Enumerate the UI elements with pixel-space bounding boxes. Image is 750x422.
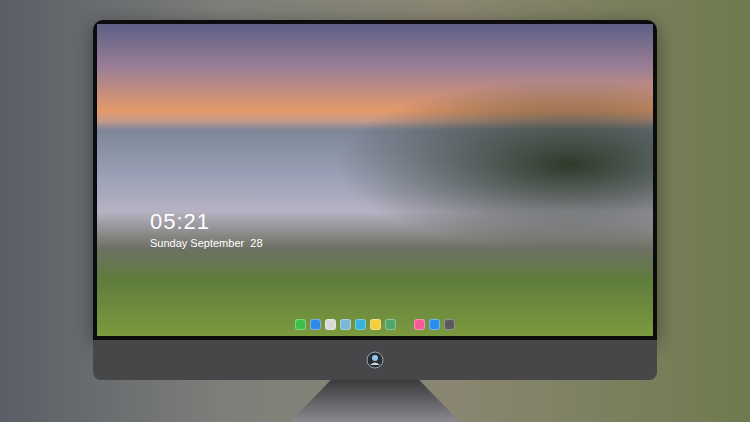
app-icon[interactable] [355, 319, 366, 330]
monitor-stand [290, 380, 460, 422]
date: Sunday September 28 [150, 236, 263, 250]
monitor-bezel: 05:21Sunday September 28 [93, 20, 657, 340]
wallpaper-photo [97, 24, 653, 336]
lock-screen: 05:21Sunday September 28 [97, 24, 653, 336]
app-icon[interactable] [385, 319, 396, 330]
app-icon[interactable] [340, 319, 351, 330]
app-icon[interactable] [414, 319, 425, 330]
app-icon[interactable] [295, 319, 306, 330]
app-icon[interactable] [370, 319, 381, 330]
app-icon[interactable] [444, 319, 455, 330]
dock-separator [400, 319, 410, 330]
app-icon[interactable] [429, 319, 440, 330]
dock [97, 317, 653, 332]
app-icon[interactable] [325, 319, 336, 330]
logo-icon [366, 351, 384, 369]
page: 05:21Sunday September 28 [0, 0, 750, 422]
monitor-chin [93, 340, 657, 380]
clock: 05:21Sunday September 28 [150, 208, 263, 250]
app-icon[interactable] [310, 319, 321, 330]
time: 05:21 [150, 208, 263, 236]
